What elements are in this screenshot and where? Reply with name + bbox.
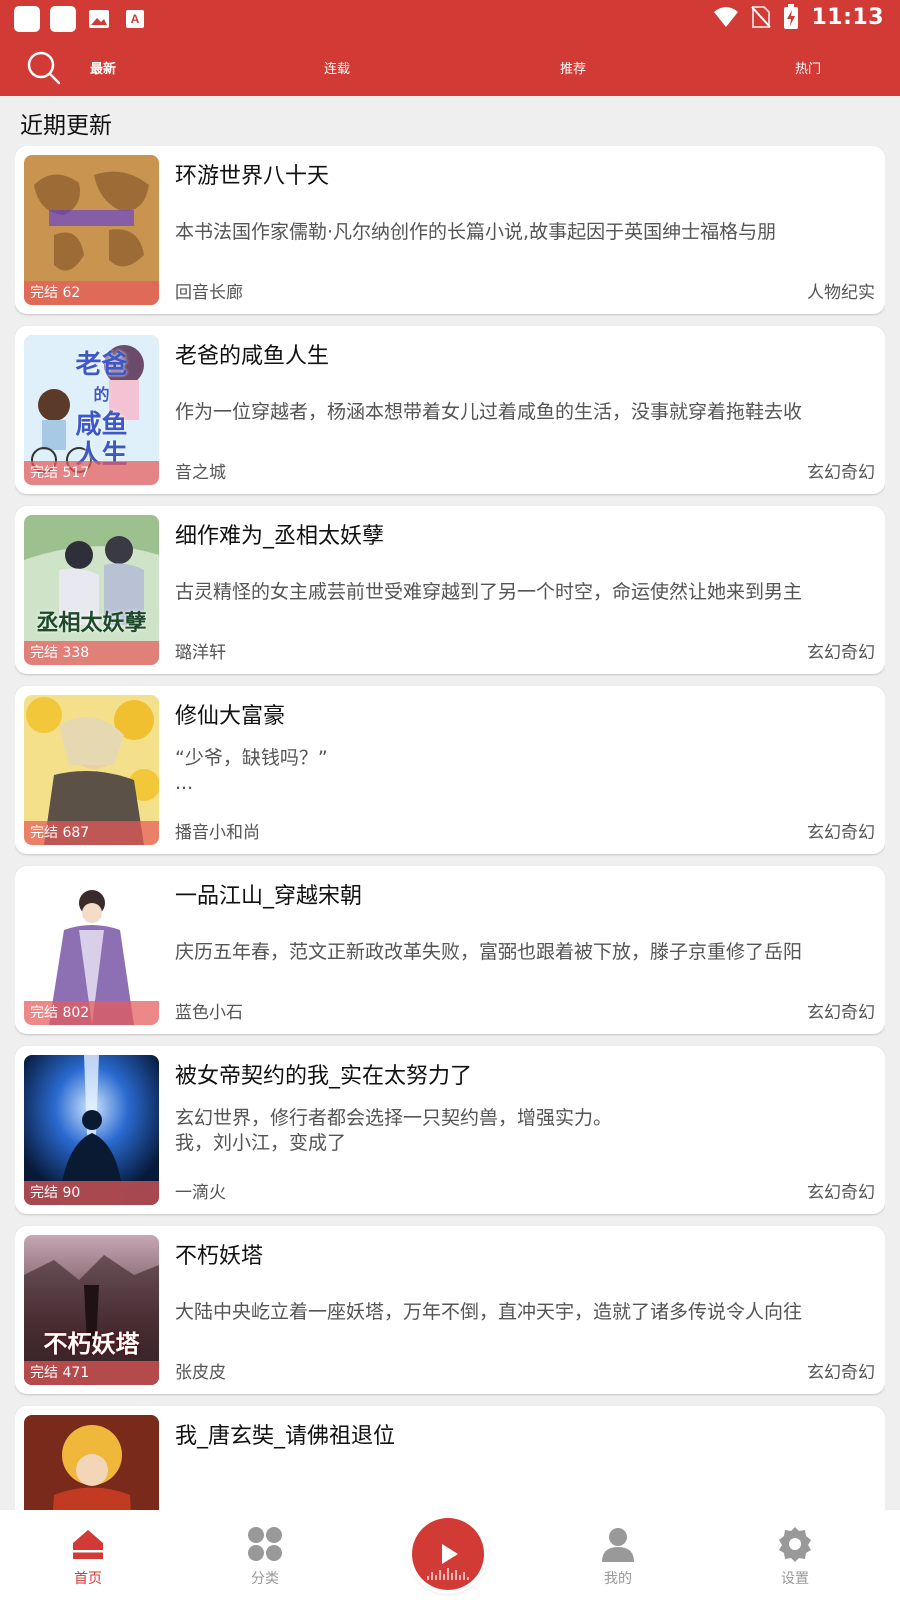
book-title: 不朽妖塔 [175,1244,264,1269]
svg-text:A: A [131,12,140,26]
book-description-line: “少爷，缺钱吗？” [175,747,328,769]
book-description: “少爷，缺钱吗？”... [175,746,865,796]
book-genre: 人物纪实 [807,283,875,303]
book-description: 大陆中央屹立着一座妖塔，万年不倒，直冲天宇，造就了诸多传说令人向往 [175,1301,803,1323]
home-icon [73,1530,103,1559]
notification-app-icon [50,6,76,32]
book-card[interactable]: 我_唐玄奘_请佛祖退位 [15,1406,885,1510]
wifi-icon [714,7,739,27]
book-description: 玄幻世界，修行者都会选择一只契约兽，增强实力。 我，刘小江，变成了 [175,1106,865,1156]
book-genre: 玄幻奇幻 [807,823,875,843]
nav-home-label: 首页 [74,1571,102,1587]
clock: 11:13 [811,4,884,30]
book-cover: 完结 802 [24,875,159,1025]
book-description-line: 我，刘小江，变成了 [175,1132,347,1154]
book-author: 一滴火 [175,1183,226,1203]
no-sim-icon [751,6,772,28]
nav-settings[interactable]: 设置 [755,1526,835,1588]
book-author: 音之城 [175,463,226,483]
tab-latest[interactable]: 最新 [90,58,116,77]
cover-badge: 完结 338 [24,641,159,665]
book-author: 回音长廊 [175,283,243,303]
book-title: 被女帝契约的我_实在太努力了 [175,1064,473,1089]
cover-badge: 完结 62 [24,281,159,305]
book-cover [24,1415,159,1510]
cover-badge: 完结 90 [24,1181,159,1205]
system-status: 11:13 [713,4,884,30]
play-button[interactable] [412,1518,484,1590]
play-icon [427,1544,469,1580]
book-author: 张皮皮 [175,1363,226,1383]
book-description: 作为一位穿越者，杨涵本想带着女儿过着咸鱼的生活，没事就穿着拖鞋去收 [175,401,803,423]
book-genre: 玄幻奇幻 [807,1363,875,1383]
book-card[interactable]: 丞相太妖孽 完结 338 细作难为_丞相太妖孽 古灵精怪的女主戚芸前世受难穿越到… [15,506,885,674]
cover-badge: 完结 471 [24,1361,159,1385]
nav-profile[interactable]: 我的 [578,1526,658,1588]
book-author: 播音小和尚 [175,823,260,843]
grid-icon [248,1527,282,1561]
book-card[interactable]: 完结 687 修仙大富豪 “少爷，缺钱吗？”... 播音小和尚 玄幻奇幻 [15,686,885,854]
book-genre: 玄幻奇幻 [807,1003,875,1023]
search-button[interactable] [26,50,62,86]
gallery-icon [86,6,112,32]
book-description-line: ... [175,772,194,794]
tab-recommended[interactable]: 推荐 [560,58,586,77]
book-genre: 玄幻奇幻 [807,463,875,483]
book-description: 本书法国作家儒勒·凡尔纳创作的长篇小说,故事起因于英国绅士福格与朋 [175,221,777,243]
book-description: 庆历五年春，范文正新政改革失败，富弼也跟着被下放，滕子京重修了岳阳 [175,941,803,963]
tab-serializing[interactable]: 连载 [324,58,350,77]
nav-category-label: 分类 [251,1571,279,1587]
nav-settings-label: 设置 [781,1571,809,1587]
book-genre: 玄幻奇幻 [807,1183,875,1203]
status-bar: A 11:13 [0,0,900,40]
book-cover: 完结 90 [24,1055,159,1205]
book-list[interactable]: 完结 62 环游世界八十天 本书法国作家儒勒·凡尔纳创作的长篇小说,故事起因于英… [15,146,885,1510]
book-author: 蓝色小石 [175,1003,243,1023]
book-title: 修仙大富豪 [175,704,286,729]
notification-app-icon [14,6,40,32]
book-card[interactable]: 完结 90 被女帝契约的我_实在太努力了 玄幻世界，修行者都会选择一只契约兽，增… [15,1046,885,1214]
book-cover: 不朽妖塔 完结 471 [24,1235,159,1385]
cover-badge: 完结 517 [24,461,159,485]
book-cover: 完结 62 [24,155,159,305]
book-card[interactable]: 老爸的咸鱼 人生 完结 517 老爸的咸鱼人生 作为一位穿越者，杨涵本想带着女儿过… [15,326,885,494]
top-nav: 最新 连载 推荐 热门 [0,40,900,96]
nav-profile-label: 我的 [604,1571,632,1587]
monk-cover [24,1415,159,1510]
cover-badge: 完结 802 [24,1001,159,1025]
tab-popular[interactable]: 热门 [795,58,821,77]
book-cover: 丞相太妖孽 完结 338 [24,515,159,665]
font-app-icon: A [122,6,148,32]
book-title: 我_唐玄奘_请佛祖退位 [175,1424,396,1449]
book-genre: 玄幻奇幻 [807,643,875,663]
user-icon [602,1528,634,1562]
book-title: 老爸的咸鱼人生 [175,344,330,369]
section-title: 近期更新 [20,113,112,139]
book-description: 古灵精怪的女主戚芸前世受难穿越到了另一个时空，命运使然让她来到男主 [175,581,803,603]
search-icon [27,51,61,85]
book-title: 一品江山_穿越宋朝 [175,884,363,909]
book-cover: 老爸的咸鱼 人生 完结 517 [24,335,159,485]
cover-badge: 完结 687 [24,821,159,845]
notification-icons: A [14,6,148,32]
book-card[interactable]: 不朽妖塔 完结 471 不朽妖塔 大陆中央屹立着一座妖塔，万年不倒，直冲天宇，造… [15,1226,885,1394]
book-description-line: 玄幻世界，修行者都会选择一只契约兽，增强实力。 [175,1107,613,1129]
battery-charging-icon [784,4,799,29]
nav-home[interactable]: 首页 [48,1526,128,1588]
gear-icon [779,1527,811,1562]
book-title: 环游世界八十天 [175,164,330,189]
book-cover: 完结 687 [24,695,159,845]
book-card[interactable]: 完结 62 环游世界八十天 本书法国作家儒勒·凡尔纳创作的长篇小说,故事起因于英… [15,146,885,314]
book-card[interactable]: 完结 802 一品江山_穿越宋朝 庆历五年春，范文正新政改革失败，富弼也跟着被下… [15,866,885,1034]
book-title: 细作难为_丞相太妖孽 [175,524,385,549]
nav-category[interactable]: 分类 [225,1526,305,1588]
book-author: 璐洋轩 [175,643,226,663]
